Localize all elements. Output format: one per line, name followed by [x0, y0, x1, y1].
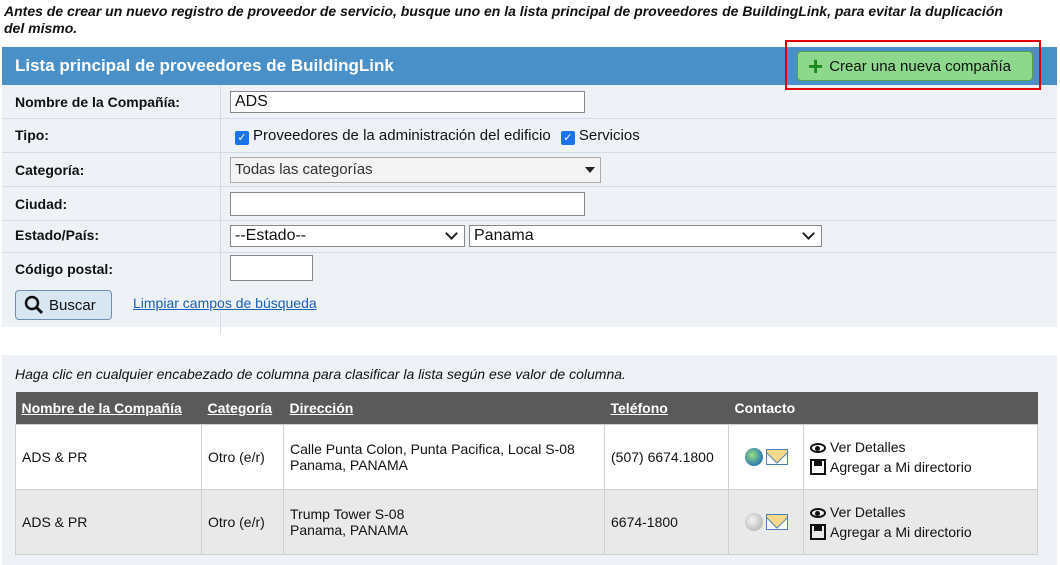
save-disk-icon — [810, 524, 826, 540]
city-input[interactable] — [230, 192, 585, 216]
services-checkbox[interactable]: ✓ — [560, 131, 575, 145]
category-select[interactable]: Todas las categorías — [230, 157, 601, 183]
address-line1: Trump Tower S-08 — [290, 506, 405, 522]
create-company-label: Crear una nueva compañía — [829, 57, 1011, 75]
cell-contact — [728, 424, 804, 490]
view-details-label: Ver Detalles — [830, 504, 906, 520]
view-details-label: Ver Detalles — [830, 439, 906, 455]
clear-search-link[interactable]: Limpiar campos de búsqueda — [133, 295, 317, 311]
city-row: Ciudad: — [2, 187, 1057, 220]
cell-company: ADS & PR — [15, 489, 202, 555]
state-label: Estado/País: — [15, 227, 100, 243]
state-row: Estado/País: --Estado-- Panama — [2, 221, 1057, 254]
address-line2: Panama, PANAMA — [290, 522, 409, 538]
services-label: Servicios — [578, 127, 640, 144]
intro-text: Antes de crear un nuevo registro de prov… — [4, 3, 1003, 36]
add-to-directory-link[interactable]: Agregar a Mi directorio — [810, 459, 1031, 475]
building-vendors-checkbox[interactable]: ✓ — [235, 131, 249, 145]
cell-address: Calle Punta Colon, Punta Pacifica, Local… — [283, 424, 605, 490]
search-button[interactable]: Buscar — [15, 290, 112, 320]
header-company[interactable]: Nombre de la Compañía — [15, 392, 202, 425]
sort-hint: Haga clic en cualquier encabezado de col… — [15, 366, 626, 382]
plus-icon: + — [808, 51, 824, 81]
cell-company: ADS & PR — [15, 424, 202, 490]
zip-label: Código postal: — [15, 261, 113, 277]
company-input[interactable]: ADS — [230, 91, 585, 113]
category-label: Categoría: — [15, 162, 85, 178]
vendors-table: Nombre de la Compañía Categoría Direcció… — [15, 392, 1038, 555]
view-details-link[interactable]: Ver Detalles — [810, 439, 1031, 455]
table-header: Nombre de la Compañía Categoría Direcció… — [15, 392, 1038, 425]
state-value: --Estado-- — [235, 227, 307, 244]
country-value: Panama — [474, 227, 534, 244]
view-details-link[interactable]: Ver Detalles — [810, 504, 1031, 520]
cell-contact — [728, 489, 804, 555]
category-value: Todas las categorías — [235, 161, 373, 178]
zip-input[interactable] — [230, 255, 313, 281]
state-select[interactable]: --Estado-- — [230, 225, 465, 247]
email-icon[interactable] — [765, 514, 788, 531]
search-button-label: Buscar — [49, 296, 96, 314]
cell-actions: Ver Detalles Agregar a Mi directorio — [803, 424, 1038, 490]
create-company-button[interactable]: + Crear una nueva compañía — [797, 51, 1033, 81]
header-phone[interactable]: Teléfono — [604, 392, 729, 425]
eye-icon — [810, 443, 826, 453]
magnifier-icon — [24, 295, 44, 315]
category-row: Categoría: Todas las categorías — [2, 153, 1057, 186]
header-contact: Contacto — [728, 392, 804, 425]
chevron-down-icon — [445, 227, 458, 240]
cell-actions: Ver Detalles Agregar a Mi directorio — [803, 489, 1038, 555]
search-panel: Lista principal de proveedores de Buildi… — [2, 40, 1057, 334]
zip-row: Código postal: — [2, 253, 1057, 286]
cell-address: Trump Tower S-08 Panama, PANAMA — [283, 489, 605, 555]
email-icon[interactable] — [765, 449, 788, 466]
cell-phone: 6674-1800 — [604, 489, 729, 555]
cell-category: Otro (e/r) — [201, 489, 284, 555]
chevron-down-icon — [802, 227, 815, 240]
add-to-directory-label: Agregar a Mi directorio — [830, 524, 972, 540]
type-label: Tipo: — [15, 127, 49, 143]
country-select[interactable]: Panama — [469, 225, 822, 247]
header-address[interactable]: Dirección — [283, 392, 605, 425]
address-line1: Calle Punta Colon, Punta Pacifica, Local… — [290, 441, 575, 457]
save-disk-icon — [810, 459, 826, 475]
table-row: ADS & PR Otro (e/r) Trump Tower S-08 Pana… — [15, 489, 1038, 555]
cell-phone: (507) 6674.1800 — [604, 424, 729, 490]
company-row: Nombre de la Compañía: ADS — [2, 85, 1057, 118]
header-category[interactable]: Categoría — [201, 392, 284, 425]
panel-header: Lista principal de proveedores de Buildi… — [2, 40, 1057, 90]
address-line2: Panama, PANAMA — [290, 457, 409, 473]
results-panel: Haga clic en cualquier encabezado de col… — [2, 355, 1057, 565]
dropdown-arrow-icon — [585, 167, 595, 173]
type-row: Tipo: ✓ Proveedores de la administración … — [2, 119, 1057, 152]
cell-category: Otro (e/r) — [201, 424, 284, 490]
table-row: ADS & PR Otro (e/r) Calle Punta Colon, P… — [15, 424, 1038, 490]
eye-icon — [810, 508, 826, 518]
globe-icon[interactable] — [744, 448, 763, 467]
add-to-directory-label: Agregar a Mi directorio — [830, 459, 972, 475]
city-label: Ciudad: — [15, 196, 68, 212]
company-label: Nombre de la Compañía: — [15, 94, 180, 110]
globe-icon — [744, 513, 763, 532]
building-vendors-label: Proveedores de la administración del edi… — [253, 127, 551, 144]
add-to-directory-link[interactable]: Agregar a Mi directorio — [810, 524, 1031, 540]
header-actions — [803, 392, 1038, 425]
panel-title: Lista principal de proveedores de Buildi… — [15, 56, 394, 75]
